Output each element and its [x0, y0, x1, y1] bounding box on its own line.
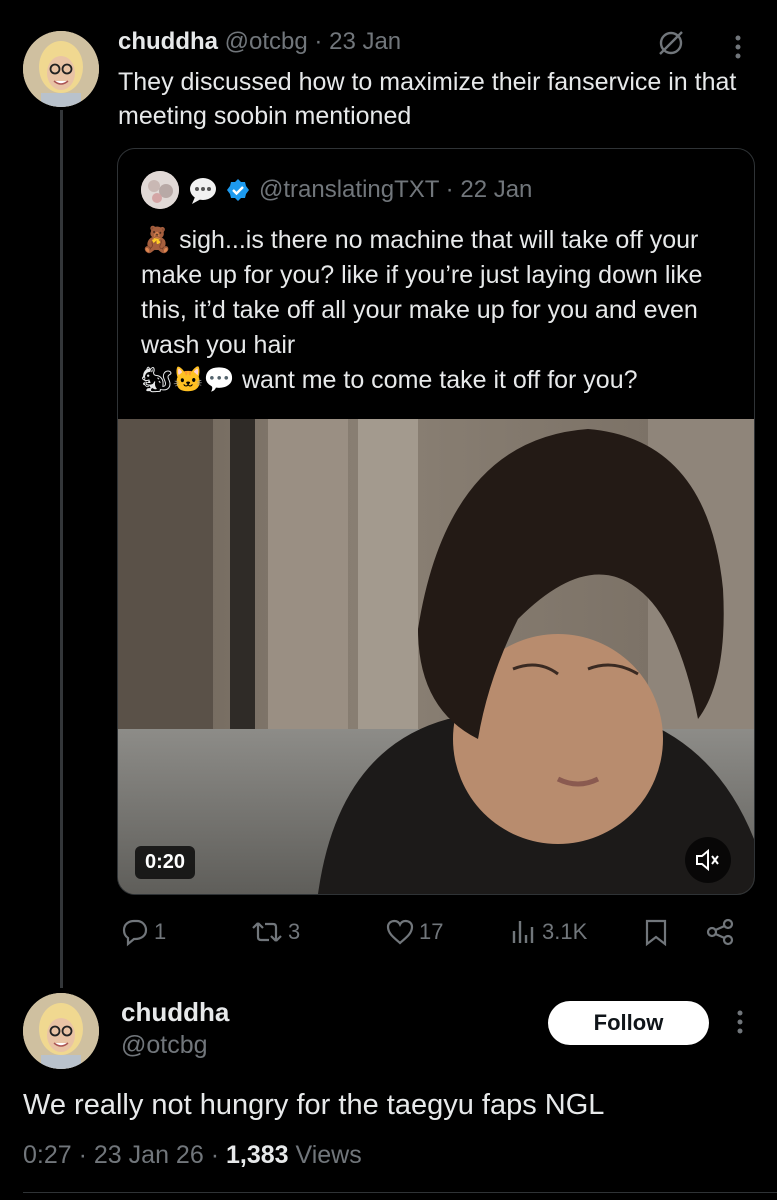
video-player[interactable]: 0:20	[118, 419, 754, 894]
like-count: 17	[419, 919, 444, 944]
share-icon	[706, 918, 734, 946]
tweet-text: They discussed how to maximize their fan…	[118, 68, 737, 130]
grok-icon[interactable]	[656, 28, 686, 58]
quoted-text: 🧸 sigh...is there no machine that will t…	[141, 223, 741, 398]
tweet-date[interactable]: 23 Jan	[329, 28, 401, 55]
quoted-tweet[interactable]: @translatingTXT · 22 Jan 🧸 sigh...is the…	[117, 148, 755, 895]
quoted-date[interactable]: 22 Jan	[460, 176, 532, 203]
separator: ·	[210, 1141, 220, 1169]
divider	[23, 1192, 777, 1193]
heart-icon	[386, 919, 414, 945]
teddy-bear-emoji: 🧸	[141, 226, 173, 254]
author-handle-main[interactable]: @otcbg	[121, 1031, 208, 1060]
views-icon	[512, 921, 534, 943]
quoted-handle[interactable]: @translatingTXT	[259, 176, 439, 203]
speech-bubble-icon	[188, 175, 218, 205]
bookmark-icon	[645, 919, 667, 947]
tweet-time[interactable]: 0:27	[23, 1141, 72, 1169]
thread-line	[60, 110, 63, 988]
author-avatar-main[interactable]	[23, 993, 99, 1069]
video-duration: 0:20	[135, 846, 196, 879]
more-options-icon[interactable]	[733, 35, 743, 63]
reply-button[interactable]: 1	[120, 917, 166, 947]
quoted-text-line2: want me to come take it off for you?	[241, 366, 638, 394]
follow-button[interactable]: Follow	[548, 1001, 709, 1045]
views-button[interactable]: 3.1K	[510, 917, 587, 947]
repost-icon	[252, 922, 282, 942]
muted-speaker-icon[interactable]	[685, 837, 731, 883]
reply-count: 1	[154, 919, 167, 944]
quoted-avatar[interactable]	[141, 171, 179, 209]
separator: ·	[445, 176, 454, 203]
author-name-main[interactable]: chuddha	[121, 997, 229, 1028]
repost-button[interactable]: 3	[250, 917, 300, 947]
separator: ·	[314, 28, 323, 55]
author-avatar[interactable]	[23, 31, 99, 107]
main-tweet-text: We really not hungry for the taegyu faps…	[23, 1089, 605, 1121]
views-total: 1,383	[225, 1141, 289, 1169]
bookmark-button[interactable]	[642, 917, 670, 947]
share-button[interactable]	[704, 917, 736, 947]
quoted-header: @translatingTXT · 22 Jan	[259, 176, 532, 204]
repost-count: 3	[288, 919, 301, 944]
author-name[interactable]: chuddha	[118, 28, 218, 55]
emoji-group: 🐿🐱💬	[141, 366, 235, 394]
tweet-meta: 0:27 · 23 Jan 26 · 1,383 Views	[23, 1141, 362, 1170]
separator: ·	[78, 1141, 87, 1169]
tweet-date-main[interactable]: 23 Jan 26	[94, 1141, 204, 1169]
reply-icon	[122, 919, 148, 947]
like-button[interactable]: 17	[385, 917, 443, 947]
author-handle[interactable]: @otcbg	[225, 28, 308, 55]
verified-badge-icon	[226, 178, 250, 202]
views-label: Views	[295, 1141, 362, 1169]
tweet-header: chuddha @otcbg · 23 Jan	[118, 28, 401, 56]
video-frame	[118, 419, 754, 894]
more-options-icon[interactable]	[735, 1010, 745, 1038]
views-count: 3.1K	[542, 919, 588, 944]
quoted-text-line1: sigh...is there no machine that will tak…	[141, 226, 703, 359]
